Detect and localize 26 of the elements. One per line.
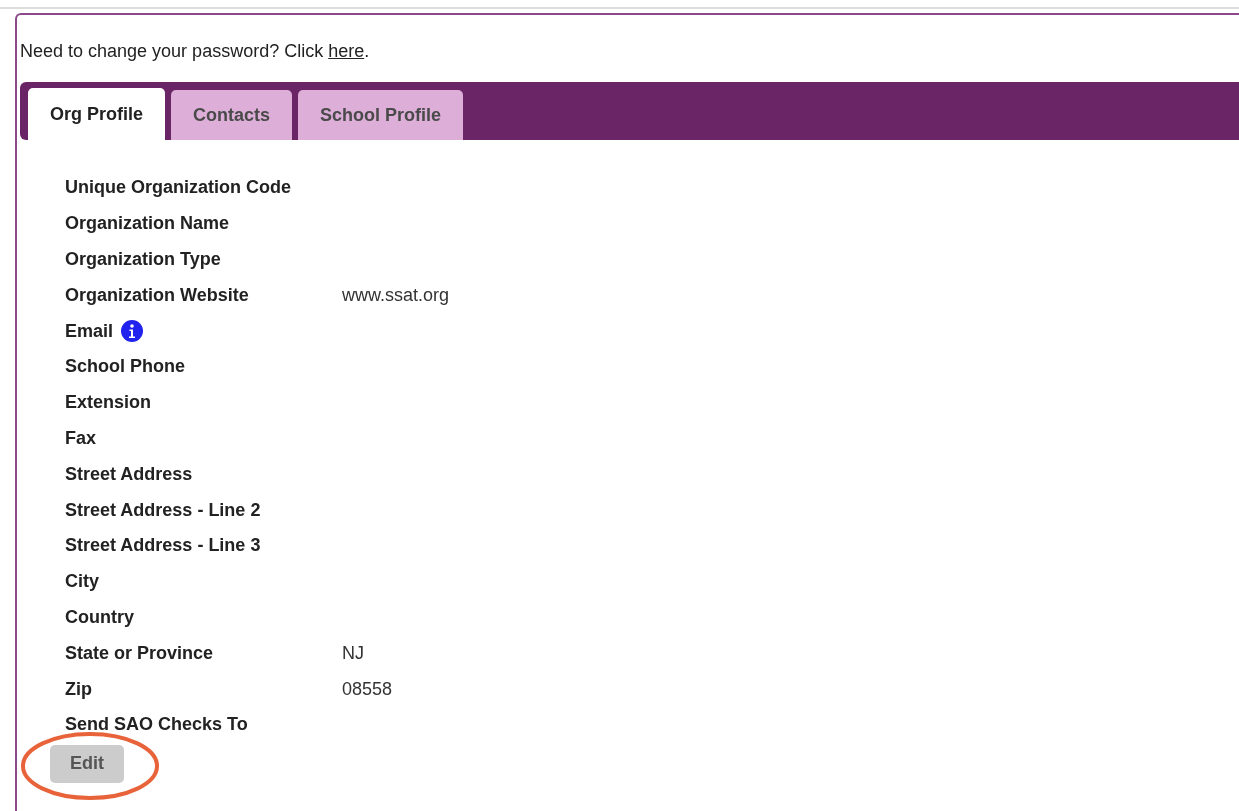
password-notice: Need to change your password? Click here. <box>20 41 370 61</box>
field-label: Send SAO Checks To <box>65 714 248 736</box>
info-icon[interactable] <box>121 320 144 343</box>
field-label: State or Province <box>65 642 214 664</box>
field-label: Zip <box>65 678 92 700</box>
field-value: www.ssat.org <box>342 284 450 306</box>
edit-button[interactable]: Edit <box>50 744 124 783</box>
tab[interactable]: School Profile <box>298 90 464 140</box>
field-label: School Phone <box>65 356 185 378</box>
field-label: Fax <box>65 427 97 449</box>
field-label: Street Address - Line 3 <box>65 535 261 557</box>
field-value: 08558 <box>342 678 393 700</box>
field-label: Street Address - Line 2 <box>65 499 261 521</box>
field-label: Extension <box>65 392 152 414</box>
field-label: Organization Website <box>65 284 249 306</box>
field-label: City <box>65 571 99 593</box>
field-label: Country <box>65 606 134 628</box>
tab[interactable]: Contacts <box>171 90 293 140</box>
tab[interactable]: Org Profile <box>28 88 165 140</box>
password-link[interactable]: here <box>328 41 365 61</box>
field-label: Email <box>65 320 114 342</box>
field-label: Organization Type <box>65 249 221 270</box>
field-value: NJ <box>342 642 364 664</box>
field-label: Street Address <box>65 463 193 485</box>
field-label: Organization Name <box>65 213 230 235</box>
field-label: Unique Organization Code <box>65 177 291 199</box>
